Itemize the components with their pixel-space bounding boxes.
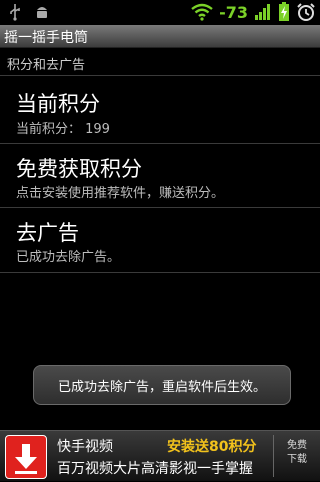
signal-strength-text: -73	[219, 2, 248, 22]
app-title-bar: 摇一摇手电筒	[0, 25, 320, 48]
pref-item-title: 免费获取积分	[16, 157, 142, 181]
usb-icon	[10, 4, 20, 21]
download-arrow-icon	[5, 435, 47, 479]
app-title: 摇一摇手电筒	[4, 30, 88, 46]
battery-charging-icon	[279, 2, 289, 21]
ad-download-label-line2: 下载	[287, 454, 307, 465]
ad-description: 百万视频大片高清影视一手掌握	[57, 461, 253, 477]
cell-signal-icon	[255, 4, 270, 20]
pref-item-title: 当前积分	[16, 92, 100, 116]
toast-message: 已成功去除广告，重启软件后生效。	[33, 365, 291, 405]
wifi-icon	[191, 3, 213, 21]
pref-item-summary: 已成功去除广告。	[16, 250, 121, 265]
pref-item-title: 去广告	[16, 221, 79, 245]
ad-app-name: 快手视频	[57, 439, 113, 455]
section-header: 积分和去广告	[7, 58, 86, 73]
ad-free-download-button[interactable]: 免费 下载	[276, 439, 318, 467]
ad-promo-text: 安装送80积分	[167, 439, 257, 455]
pref-item-summary: 当前积分： 199	[16, 122, 110, 137]
pref-item-summary: 点击安装使用推荐软件，赚送积分。	[16, 186, 225, 201]
pref-item-free-points[interactable]: 免费获取积分 点击安装使用推荐软件，赚送积分。	[0, 143, 320, 208]
pref-item-remove-ads[interactable]: 去广告 已成功去除广告。	[0, 207, 320, 273]
ad-download-label-line1: 免费	[287, 440, 307, 451]
android-debug-icon	[37, 7, 47, 18]
ad-banner[interactable]: 快手视频 安装送80积分 百万视频大片高清影视一手掌握 免费 下载	[0, 430, 320, 481]
pref-item-current-points[interactable]: 当前积分 当前积分： 199	[0, 75, 320, 144]
ad-divider	[273, 435, 274, 477]
status-bar: -73	[0, 0, 320, 25]
alarm-clock-icon	[297, 3, 315, 21]
